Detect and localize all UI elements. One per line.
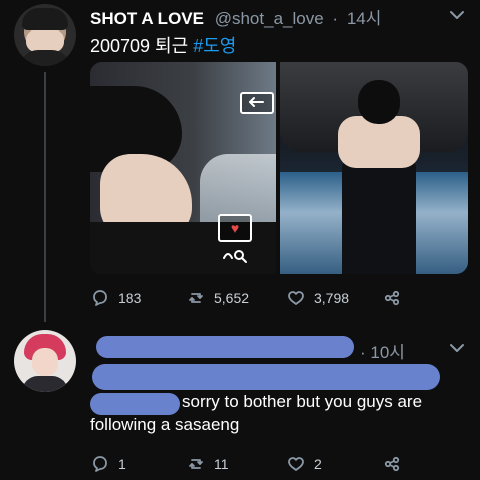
person-body [342, 152, 416, 274]
avatar[interactable] [14, 330, 76, 392]
chevron-down-icon[interactable] [448, 8, 466, 22]
avatar-body [20, 50, 70, 66]
reply-icon [90, 454, 110, 474]
like-count: 3,798 [314, 290, 350, 306]
reply-count: 183 [118, 290, 142, 306]
tweet-text-prefix: 200709 퇴근 [90, 36, 189, 56]
like-button[interactable]: 3,798 [286, 288, 349, 308]
like-count: 2 [314, 456, 322, 472]
reply-count: 1 [118, 456, 126, 472]
person-head [358, 80, 400, 124]
share-button[interactable] [382, 288, 402, 308]
reply-text: sorry to bother but you guys are [182, 392, 423, 411]
display-name[interactable]: SHOT A LOVE [90, 9, 204, 28]
tweet-time[interactable]: 14시 [347, 9, 382, 28]
reply-actions: 1 11 2 [90, 452, 468, 476]
retweet-button[interactable]: 5,652 [186, 288, 249, 308]
like-button[interactable]: 2 [286, 454, 322, 474]
share-icon [382, 454, 402, 474]
avatar-hands [26, 30, 64, 52]
tweet-text: 200709 퇴근 #도영 [90, 32, 236, 58]
tweet-media[interactable]: ♥ [90, 62, 468, 274]
reply-button[interactable]: 183 [90, 288, 141, 308]
heart-icon [286, 454, 306, 474]
tweet-photo[interactable] [280, 62, 468, 274]
share-icon [382, 288, 402, 308]
tweet-photo[interactable]: ♥ [90, 62, 276, 274]
redaction-mark [92, 364, 440, 390]
thread-line [44, 72, 46, 322]
retweet-count: 5,652 [214, 290, 250, 306]
avatar[interactable] [14, 4, 76, 66]
retweet-button[interactable]: 11 [186, 454, 229, 474]
sticker-icon[interactable]: ♥ [218, 214, 252, 242]
tweet-actions: 183 5,652 3,798 [90, 286, 468, 310]
retweet-icon [186, 454, 206, 474]
retweet-icon [186, 288, 206, 308]
person-shape [332, 80, 426, 274]
redaction-mark [96, 336, 354, 358]
timeline: SHOT A LOVE @shot_a_love · 14시 200709 퇴근… [0, 0, 480, 480]
chevron-down-icon[interactable] [448, 341, 466, 358]
redaction-mark [90, 393, 180, 415]
reply-button[interactable]: 1 [90, 454, 126, 474]
heart-icon [286, 288, 306, 308]
reply-icon [90, 288, 110, 308]
handle[interactable]: @shot_a_love [215, 9, 324, 28]
search-icon[interactable] [222, 248, 248, 267]
retweet-count: 11 [214, 456, 229, 472]
share-button[interactable] [382, 454, 402, 474]
tweet-header: SHOT A LOVE @shot_a_love · 14시 [90, 4, 381, 29]
hashtag-link[interactable]: #도영 [193, 36, 236, 56]
avatar-face [32, 348, 58, 376]
separator-dot: · [332, 9, 339, 28]
avatar-hair [22, 8, 68, 30]
reply-time[interactable]: · 10시 [360, 338, 405, 363]
avatar-shirt [22, 376, 68, 392]
reply-text: following a sasaeng [90, 415, 240, 434]
back-icon[interactable] [240, 92, 274, 114]
